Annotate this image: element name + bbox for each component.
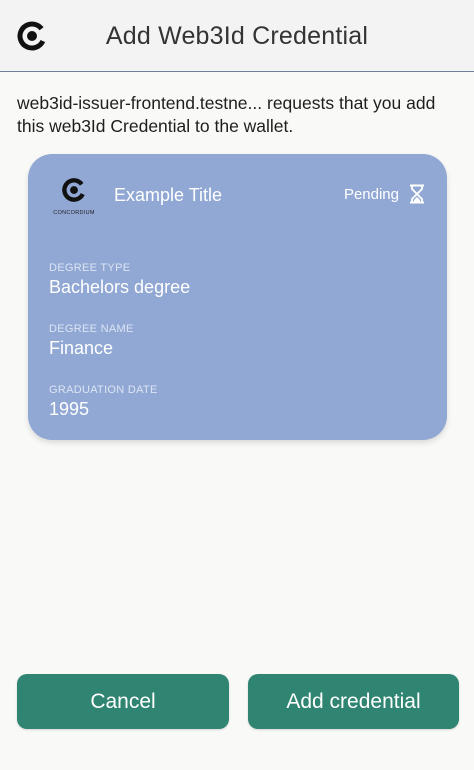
issuer-name: CONCORDIUM <box>53 210 95 216</box>
page-title: Add Web3Id Credential <box>105 22 369 50</box>
field-label: GRADUATION DATE <box>49 384 158 396</box>
concordium-logo-icon <box>62 178 86 202</box>
credential-title: Example Title <box>114 185 223 205</box>
request-description: web3id-issuer-frontend.testne... request… <box>17 93 436 136</box>
field-value: Finance <box>49 338 114 358</box>
issuer-logo: CONCORDIUM <box>50 176 98 220</box>
hourglass-icon <box>410 184 424 204</box>
credential-status: Pending <box>344 184 425 204</box>
header-bar: Add Web3Id Credential <box>0 0 474 72</box>
add-credential-button[interactable]: Add credential <box>248 674 459 729</box>
field-value: Bachelors degree <box>49 277 191 297</box>
cancel-button[interactable]: Cancel <box>17 674 229 729</box>
credential-field-degree-name: DEGREE NAME Finance <box>49 323 134 359</box>
status-text: Pending <box>343 185 399 203</box>
field-value: 1995 <box>49 399 90 419</box>
field-label: DEGREE NAME <box>49 323 134 335</box>
credential-card: CONCORDIUM Example Title Pending DEGREE … <box>28 154 447 440</box>
credential-field-degree-type: DEGREE TYPE Bachelors degree <box>49 262 190 298</box>
credential-field-graduation-date: GRADUATION DATE 1995 <box>49 384 158 420</box>
field-label: DEGREE TYPE <box>49 262 131 274</box>
